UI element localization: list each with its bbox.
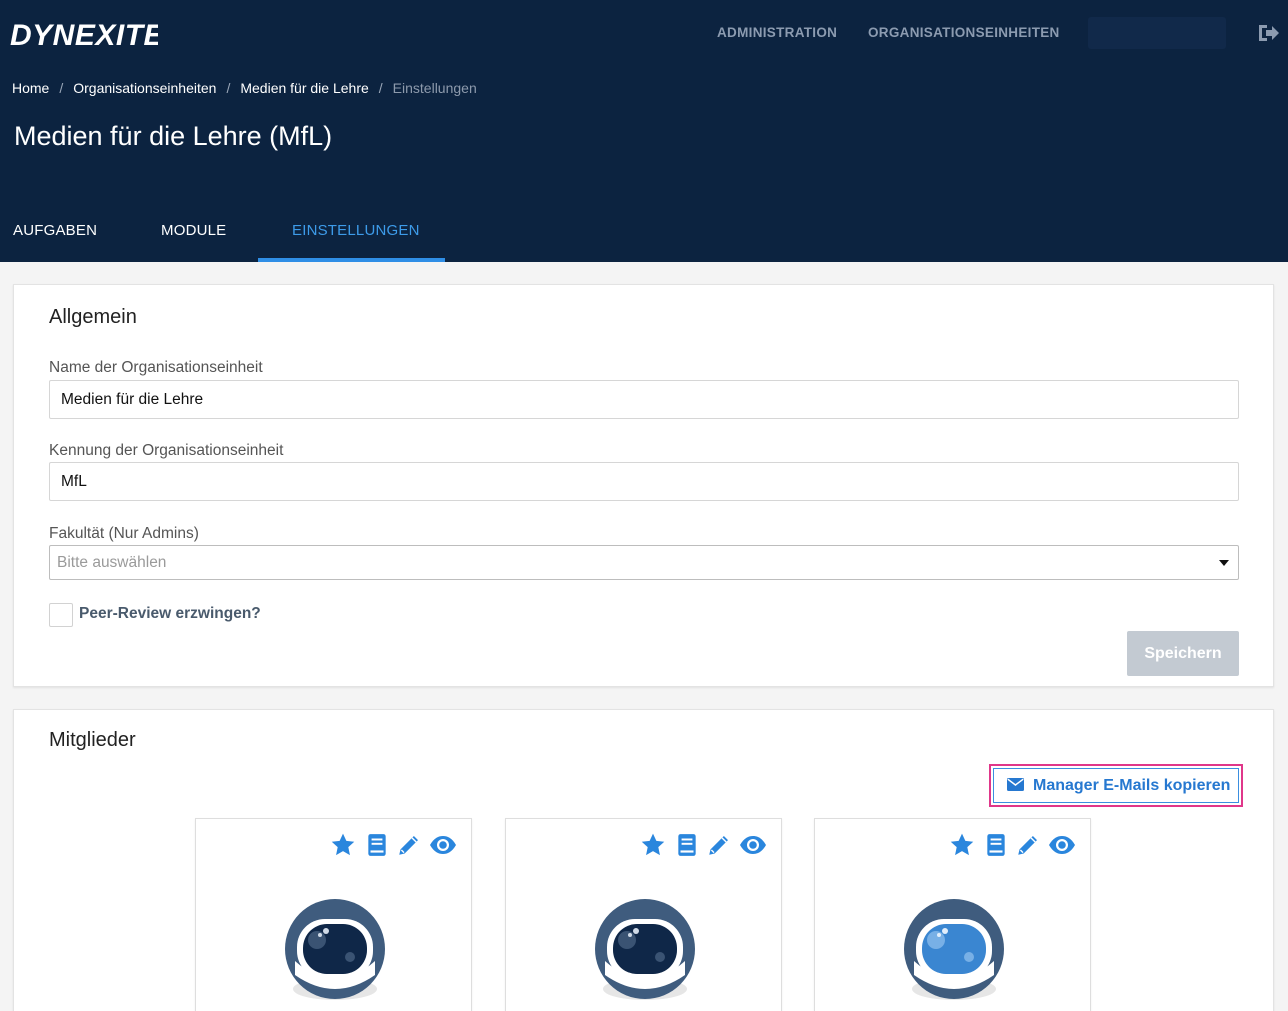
page-title: Medien für die Lehre (MfL) [14,121,333,151]
star-icon[interactable] [640,832,666,858]
envelope-icon [1007,777,1024,791]
breadcrumb-home[interactable]: Home [12,80,49,96]
code-input[interactable]: MfL [49,462,1239,501]
dynexite-logo[interactable]: DYNEXITE [8,15,158,51]
eye-icon[interactable] [739,832,767,858]
book-icon[interactable] [983,832,1009,858]
eye-icon[interactable] [1048,832,1076,858]
pencil-icon[interactable] [396,832,422,858]
save-button[interactable]: Speichern [1127,631,1239,676]
tab-aufgaben[interactable]: AUFGABEN [13,222,97,239]
peer-review-checkbox[interactable] [49,603,73,627]
active-tab-indicator [258,258,445,262]
faculty-label: Fakultät (Nur Admins) [49,525,199,542]
star-icon[interactable] [949,832,975,858]
breadcrumb-organisationseinheiten[interactable]: Organisationseinheiten [73,80,216,96]
pencil-icon[interactable] [706,832,732,858]
members-section-title: Mitglieder [49,729,136,751]
breadcrumb-medien-fuer-die-lehre[interactable]: Medien für die Lehre [240,80,368,96]
tab-einstellungen[interactable]: EINSTELLUNGEN [292,222,420,239]
avatar [285,899,385,1000]
caret-down-icon [1219,560,1229,566]
avatar [904,899,1004,1000]
star-icon[interactable] [330,832,356,858]
breadcrumb-current: Einstellungen [392,80,477,96]
member-card [814,818,1091,1011]
copy-manager-emails-label: Manager E-Mails kopieren [1033,777,1231,794]
nav-organisationseinheiten[interactable]: ORGANISATIONSEINHEITEN [868,25,1060,40]
book-icon[interactable] [674,832,700,858]
member-card [195,818,472,1011]
logout-icon[interactable] [1256,21,1280,45]
faculty-placeholder: Bitte auswählen [57,554,167,571]
pencil-icon[interactable] [1015,832,1041,858]
code-label: Kennung der Organisationseinheit [49,442,284,459]
copy-manager-emails-button[interactable]: Manager E-Mails kopieren [993,768,1239,803]
eye-icon[interactable] [429,832,457,858]
book-icon[interactable] [364,832,390,858]
user-menu[interactable] [1088,17,1226,49]
breadcrumb: Home / Organisationseinheiten / Medien für d… [12,80,477,96]
name-label: Name der Organisationseinheit [49,359,263,376]
svg-text:DYNEXITE: DYNEXITE [10,19,158,51]
general-section-title: Allgemein [49,306,137,328]
tab-module[interactable]: MODULE [161,222,226,239]
avatar [595,899,695,1000]
general-settings-card: Allgemein Name der Organisationseinheit … [13,284,1274,687]
faculty-select[interactable]: Bitte auswählen [49,545,1239,580]
name-input[interactable]: Medien für die Lehre [49,380,1239,419]
peer-review-label[interactable]: Peer-Review erzwingen? [79,605,261,623]
member-card [505,818,782,1011]
app-header: DYNEXITE ADMINISTRATION ORGANISATIONSEIN… [0,0,1288,262]
nav-administration[interactable]: ADMINISTRATION [717,25,837,40]
